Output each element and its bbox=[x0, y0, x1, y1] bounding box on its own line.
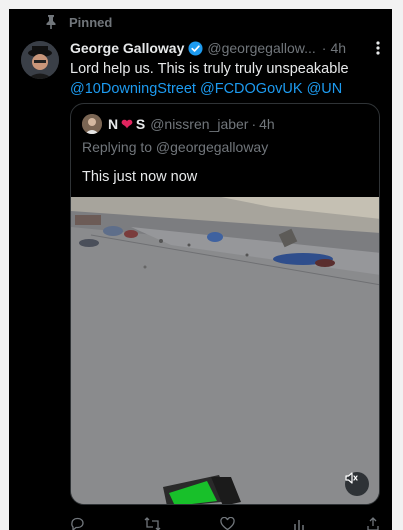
quoted-tweet-card[interactable]: N ❤ S @nissren_jaber · 4h Replying to @g… bbox=[70, 103, 380, 505]
heart-emoji: ❤ bbox=[121, 115, 133, 132]
mention-link[interactable]: @UN bbox=[307, 81, 343, 97]
mute-toggle-button[interactable] bbox=[345, 472, 369, 496]
quoted-author-avatar[interactable] bbox=[82, 114, 102, 134]
author-avatar[interactable] bbox=[21, 41, 59, 79]
mention-link[interactable]: @FCDOGovUK bbox=[200, 81, 303, 97]
tweet-actions-bar bbox=[70, 515, 380, 530]
tweet-header: George Galloway @georgegallow... · 4h bbox=[70, 38, 384, 58]
separator-dot: · bbox=[321, 40, 327, 56]
reply-icon bbox=[70, 517, 85, 530]
views-icon bbox=[293, 517, 307, 530]
quoted-tweet-timestamp[interactable]: 4h bbox=[259, 116, 275, 132]
mention-link[interactable]: @10DowningStreet bbox=[70, 81, 196, 97]
share-icon bbox=[366, 516, 380, 530]
replying-to-label: Replying to @georgegalloway bbox=[82, 139, 269, 155]
quoted-name-end: S bbox=[135, 116, 146, 132]
repost-action[interactable] bbox=[144, 515, 161, 530]
separator-dot: · bbox=[251, 116, 257, 132]
pinned-label: Pinned bbox=[69, 14, 113, 30]
video-player[interactable] bbox=[71, 197, 379, 504]
more-options-icon[interactable] bbox=[376, 41, 380, 55]
pinned-indicator: Pinned bbox=[45, 13, 112, 31]
video-frame-image bbox=[71, 197, 379, 504]
share-action[interactable] bbox=[366, 515, 380, 530]
tweet-mentions: @10DowningStreet @FCDOGovUK @UN bbox=[70, 79, 384, 99]
quoted-tweet-header: N ❤ S @nissren_jaber · 4h bbox=[82, 114, 275, 134]
tweet-text: Lord help us. This is truly truly unspea… bbox=[70, 59, 384, 99]
like-action[interactable] bbox=[219, 515, 235, 530]
pin-icon bbox=[45, 15, 57, 29]
author-handle[interactable]: @georgegallow... bbox=[207, 40, 315, 56]
quoted-author-handle[interactable]: @nissren_jaber bbox=[150, 116, 248, 132]
author-name[interactable]: George Galloway bbox=[70, 40, 184, 56]
quoted-tweet-text: This just now now bbox=[82, 169, 198, 185]
reply-action[interactable] bbox=[70, 515, 85, 530]
views-action[interactable] bbox=[293, 515, 307, 530]
verified-badge-icon bbox=[188, 40, 203, 56]
repost-icon bbox=[144, 516, 161, 530]
tweet-text-line: Lord help us. This is truly truly unspea… bbox=[70, 61, 349, 77]
like-icon bbox=[219, 516, 235, 530]
quoted-name-start: N bbox=[108, 116, 119, 132]
tweet-timestamp[interactable]: 4h bbox=[330, 40, 346, 56]
quoted-author-name[interactable]: N ❤ S bbox=[108, 116, 145, 133]
tweet-container[interactable]: Pinned George Galloway @georgegallow... … bbox=[9, 9, 392, 530]
